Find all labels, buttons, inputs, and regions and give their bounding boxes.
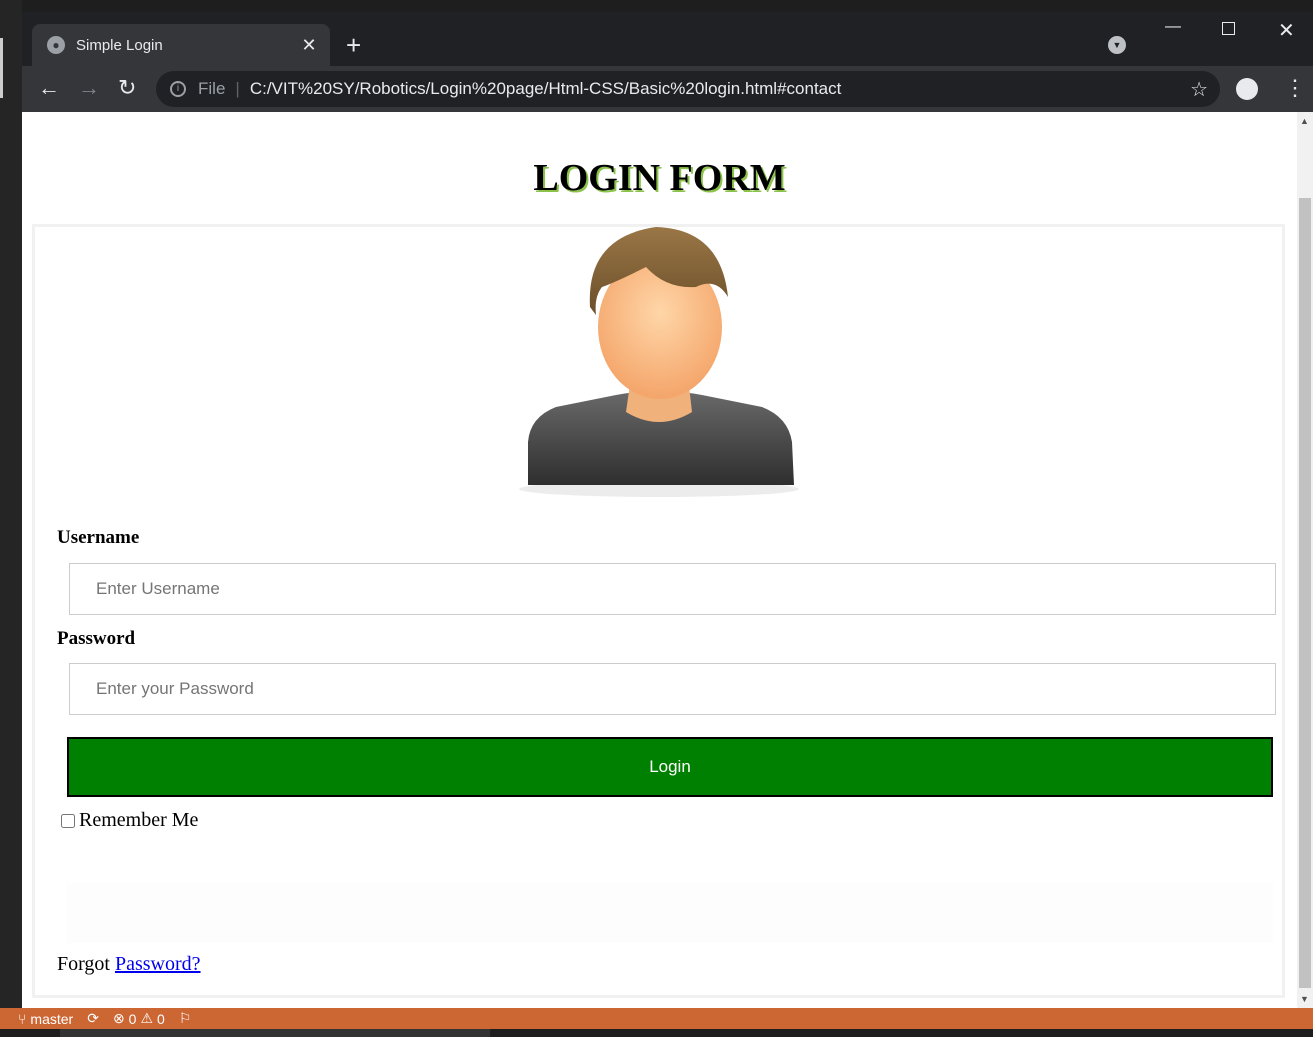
browser-toolbar: ← → ↻ i File | C:/VIT%20SY/Robotics/Logi… <box>22 66 1313 112</box>
tab-search-icon[interactable]: ▼ <box>1108 36 1126 54</box>
tab-bar: ● Simple Login ✕ + ▼ — ✕ <box>22 12 1313 66</box>
plus-icon[interactable]: + <box>346 30 361 60</box>
profile-icon[interactable] <box>1236 78 1258 100</box>
browser-window: ● Simple Login ✕ + ▼ — ✕ ← → ↻ i File | … <box>22 12 1313 1008</box>
address-bar[interactable]: i File | C:/VIT%20SY/Robotics/Login%20pa… <box>156 71 1220 107</box>
warning-icon: ⚠ <box>140 1010 154 1026</box>
password-input[interactable] <box>69 663 1276 715</box>
page-scrollbar[interactable]: ▲ ▼ <box>1297 112 1313 1008</box>
branch-name: master <box>30 1010 74 1027</box>
status-bar: ⑂ master ⟳ ⊗ 0 ⚠ 0 ⚐ <box>0 1008 1313 1029</box>
error-icon: ⊗ <box>112 1010 125 1026</box>
page-title: LOGIN FORM <box>533 157 786 199</box>
forward-icon[interactable]: → <box>78 74 100 102</box>
maximize-icon[interactable] <box>1222 22 1235 35</box>
faded-button-area <box>67 883 1273 943</box>
remember-me[interactable]: Remember Me <box>61 809 198 832</box>
branch-item[interactable]: ⑂ master <box>18 1011 73 1027</box>
avatar-image <box>519 227 799 497</box>
username-label: Username <box>57 527 140 548</box>
vscode-activity-bar <box>0 0 22 1008</box>
forgot-password-link[interactable]: Password? <box>115 953 201 975</box>
scrollbar-thumb[interactable] <box>1299 198 1311 988</box>
minimize-icon[interactable]: — <box>1165 18 1181 36</box>
close-icon[interactable]: ✕ <box>298 35 320 56</box>
tab-title: Simple Login <box>76 36 163 54</box>
url-separator: | <box>235 79 240 98</box>
browser-tab[interactable]: ● Simple Login ✕ <box>32 24 330 66</box>
star-icon[interactable]: ☆ <box>1190 77 1208 102</box>
active-indicator <box>0 38 3 98</box>
forgot-text: Forgot <box>57 953 110 975</box>
forgot-password: Forgot Password? <box>57 953 201 976</box>
url-text[interactable]: C:/VIT%20SY/Robotics/Login%20page/Html-C… <box>250 79 842 99</box>
remember-label: Remember Me <box>79 809 199 831</box>
info-icon[interactable]: i <box>170 81 186 97</box>
window-close-icon[interactable]: ✕ <box>1278 18 1295 43</box>
username-input[interactable] <box>69 563 1276 615</box>
password-label: Password <box>57 628 136 649</box>
url-scheme: File <box>198 79 226 98</box>
broadcast-icon[interactable]: ⚐ <box>179 1010 192 1027</box>
problems-item[interactable]: ⊗ 0 ⚠ 0 <box>113 1010 165 1027</box>
page-viewport: LOGIN FORM Username Enter Username Passw… <box>22 112 1297 1008</box>
scroll-up-icon[interactable]: ▲ <box>1300 116 1309 126</box>
bottom-strip <box>0 1029 1313 1037</box>
back-icon[interactable]: ← <box>38 74 60 102</box>
reload-icon[interactable]: ↻ <box>118 74 136 102</box>
scroll-down-icon[interactable]: ▼ <box>1300 994 1309 1004</box>
warning-count: 0 <box>157 1010 165 1027</box>
branch-icon: ⑂ <box>18 1010 27 1027</box>
login-button[interactable]: Login <box>67 737 1273 797</box>
globe-icon: ● <box>47 36 65 54</box>
login-form: Username Password Login Remember Me Forg… <box>32 224 1285 998</box>
error-count: 0 <box>128 1010 137 1027</box>
menu-icon[interactable]: ⋮ <box>1284 74 1306 102</box>
sync-icon[interactable]: ⟳ <box>87 1010 99 1027</box>
remember-checkbox[interactable] <box>61 813 75 828</box>
